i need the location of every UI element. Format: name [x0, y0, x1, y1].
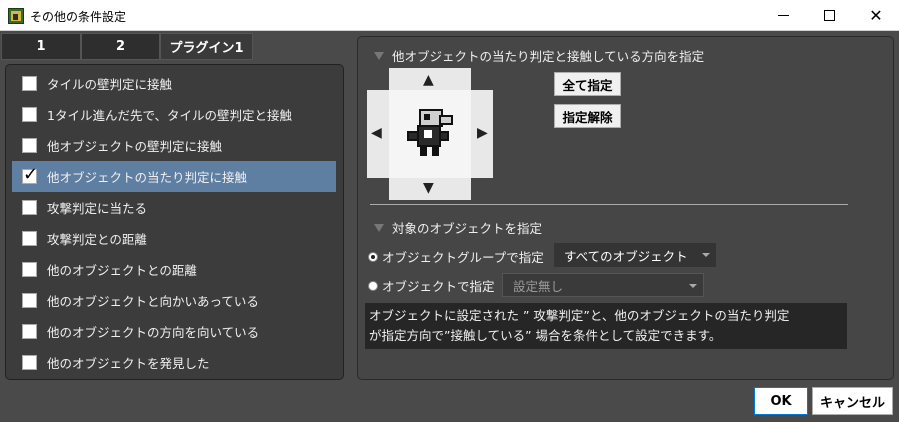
title-bar: その他の条件設定 ✕ — [0, 0, 899, 31]
object-group-select[interactable]: すべてのオブジェクト — [554, 243, 716, 267]
settings-panel: 他オブジェクトの当たり判定と接触している方向を指定 ▲ ▼ ◀ ▶ 全て指定 指… — [357, 36, 894, 380]
checkbox[interactable] — [22, 293, 37, 308]
checkbox[interactable] — [22, 107, 37, 122]
tab-1[interactable]: 1 — [1, 33, 81, 60]
condition-item[interactable]: 攻撃判定との距離 — [12, 223, 336, 254]
checkbox[interactable] — [22, 355, 37, 370]
direction-pad: ▲ ▼ ◀ ▶ — [367, 68, 493, 200]
chevron-down-icon — [689, 284, 697, 288]
character-sprite-icon — [407, 109, 453, 156]
direction-left-button[interactable]: ◀ — [371, 125, 382, 141]
condition-label: 他オブジェクトの当たり判定に接触 — [47, 170, 248, 185]
maximize-icon — [823, 10, 835, 21]
cancel-button[interactable]: キャンセル — [812, 387, 893, 415]
condition-label: 攻撃判定との距離 — [47, 232, 147, 247]
condition-label: タイルの壁判定に接触 — [47, 77, 173, 92]
object-group-select-value: すべてのオブジェクト — [564, 248, 688, 264]
object-select-value: 設定無し — [513, 278, 564, 294]
condition-item[interactable]: 他オブジェクトの壁判定に接触 — [12, 130, 336, 161]
direction-right-button[interactable]: ▶ — [477, 125, 488, 141]
condition-item[interactable]: 攻撃判定に当たる — [12, 192, 336, 223]
chevron-down-icon — [702, 253, 710, 257]
condition-item[interactable]: 他のオブジェクトの方向を向いている — [12, 316, 336, 347]
condition-label: 他オブジェクトの壁判定に接触 — [47, 139, 223, 154]
condition-list-panel: タイルの壁判定に接触 1タイル進んだ先で、タイルの壁判定と接触 他オブジェクトの… — [5, 64, 344, 380]
checkbox[interactable] — [22, 231, 37, 246]
close-icon: ✕ — [869, 6, 883, 25]
radio-button[interactable] — [368, 280, 378, 291]
object-radio-option[interactable]: オブジェクトで指定 — [368, 276, 495, 295]
condition-item-selected[interactable]: 他オブジェクトの当たり判定に接触 — [12, 161, 336, 192]
section-divider — [370, 204, 848, 205]
target-section-title: 対象のオブジェクトを指定 — [392, 221, 543, 236]
checkbox[interactable] — [22, 262, 37, 277]
condition-label: 他のオブジェクトを発見した — [47, 356, 210, 371]
condition-label: 1タイル進んだ先で、タイルの壁判定と接触 — [47, 108, 292, 123]
collapse-triangle-icon — [374, 223, 384, 232]
tab-2[interactable]: 2 — [81, 33, 160, 60]
minimize-button[interactable] — [760, 0, 806, 31]
direction-section-title: 他オブジェクトの当たり判定と接触している方向を指定 — [392, 49, 705, 64]
checkbox[interactable] — [22, 200, 37, 215]
direction-down-button[interactable]: ▼ — [423, 180, 434, 196]
object-select[interactable]: 設定無し — [502, 273, 704, 297]
direction-up-button[interactable]: ▲ — [423, 72, 434, 88]
description-box: オブジェクトに設定された ” 攻撃判定”と、他のオブジェクトの当たり判定 が指定… — [365, 303, 847, 349]
group-radio-label: オブジェクトグループで指定 — [382, 250, 544, 265]
tab-bar: 1 2 プラグイン1 — [1, 33, 253, 60]
condition-item[interactable]: 1タイル進んだ先で、タイルの壁判定と接触 — [12, 99, 336, 130]
select-all-directions-button[interactable]: 全て指定 — [554, 72, 621, 96]
checkbox[interactable] — [22, 138, 37, 153]
condition-label: 他のオブジェクトの方向を向いている — [47, 325, 260, 340]
object-radio-label: オブジェクトで指定 — [382, 279, 495, 294]
ok-button[interactable]: OK — [754, 387, 808, 415]
radio-button-selected[interactable] — [368, 251, 378, 262]
description-line-2: が指定方向で”接触している” 場合を条件として設定できます。 — [369, 328, 722, 343]
condition-label: 他のオブジェクトと向かいあっている — [47, 294, 259, 309]
condition-item[interactable]: 他のオブジェクトと向かいあっている — [12, 285, 336, 316]
close-button[interactable]: ✕ — [853, 0, 899, 31]
condition-item[interactable]: 他のオブジェクトとの距離 — [12, 254, 336, 285]
tab-plugin1[interactable]: プラグイン1 — [160, 33, 253, 60]
target-section-header[interactable]: 対象のオブジェクトを指定 — [374, 218, 542, 237]
description-line-1: オブジェクトに設定された ” 攻撃判定”と、他のオブジェクトの当たり判定 — [369, 308, 790, 323]
condition-label: 攻撃判定に当たる — [47, 201, 148, 216]
clear-directions-button[interactable]: 指定解除 — [554, 104, 621, 128]
condition-item[interactable]: 他のオブジェクトを発見した — [12, 347, 336, 378]
app-icon — [8, 8, 24, 24]
checkbox-checked[interactable] — [22, 164, 38, 185]
checkbox[interactable] — [22, 324, 37, 339]
condition-list: タイルの壁判定に接触 1タイル進んだ先で、タイルの壁判定と接触 他オブジェクトの… — [12, 68, 336, 378]
window-title: その他の条件設定 — [30, 10, 127, 24]
collapse-triangle-icon — [374, 51, 384, 60]
condition-item[interactable]: タイルの壁判定に接触 — [12, 68, 336, 99]
minimize-icon — [777, 15, 789, 16]
maximize-button[interactable] — [806, 0, 852, 31]
condition-label: 他のオブジェクトとの距離 — [47, 263, 197, 278]
direction-section-header[interactable]: 他オブジェクトの当たり判定と接触している方向を指定 — [374, 46, 704, 65]
group-radio-option[interactable]: オブジェクトグループで指定 — [368, 247, 544, 266]
checkbox[interactable] — [22, 76, 37, 91]
